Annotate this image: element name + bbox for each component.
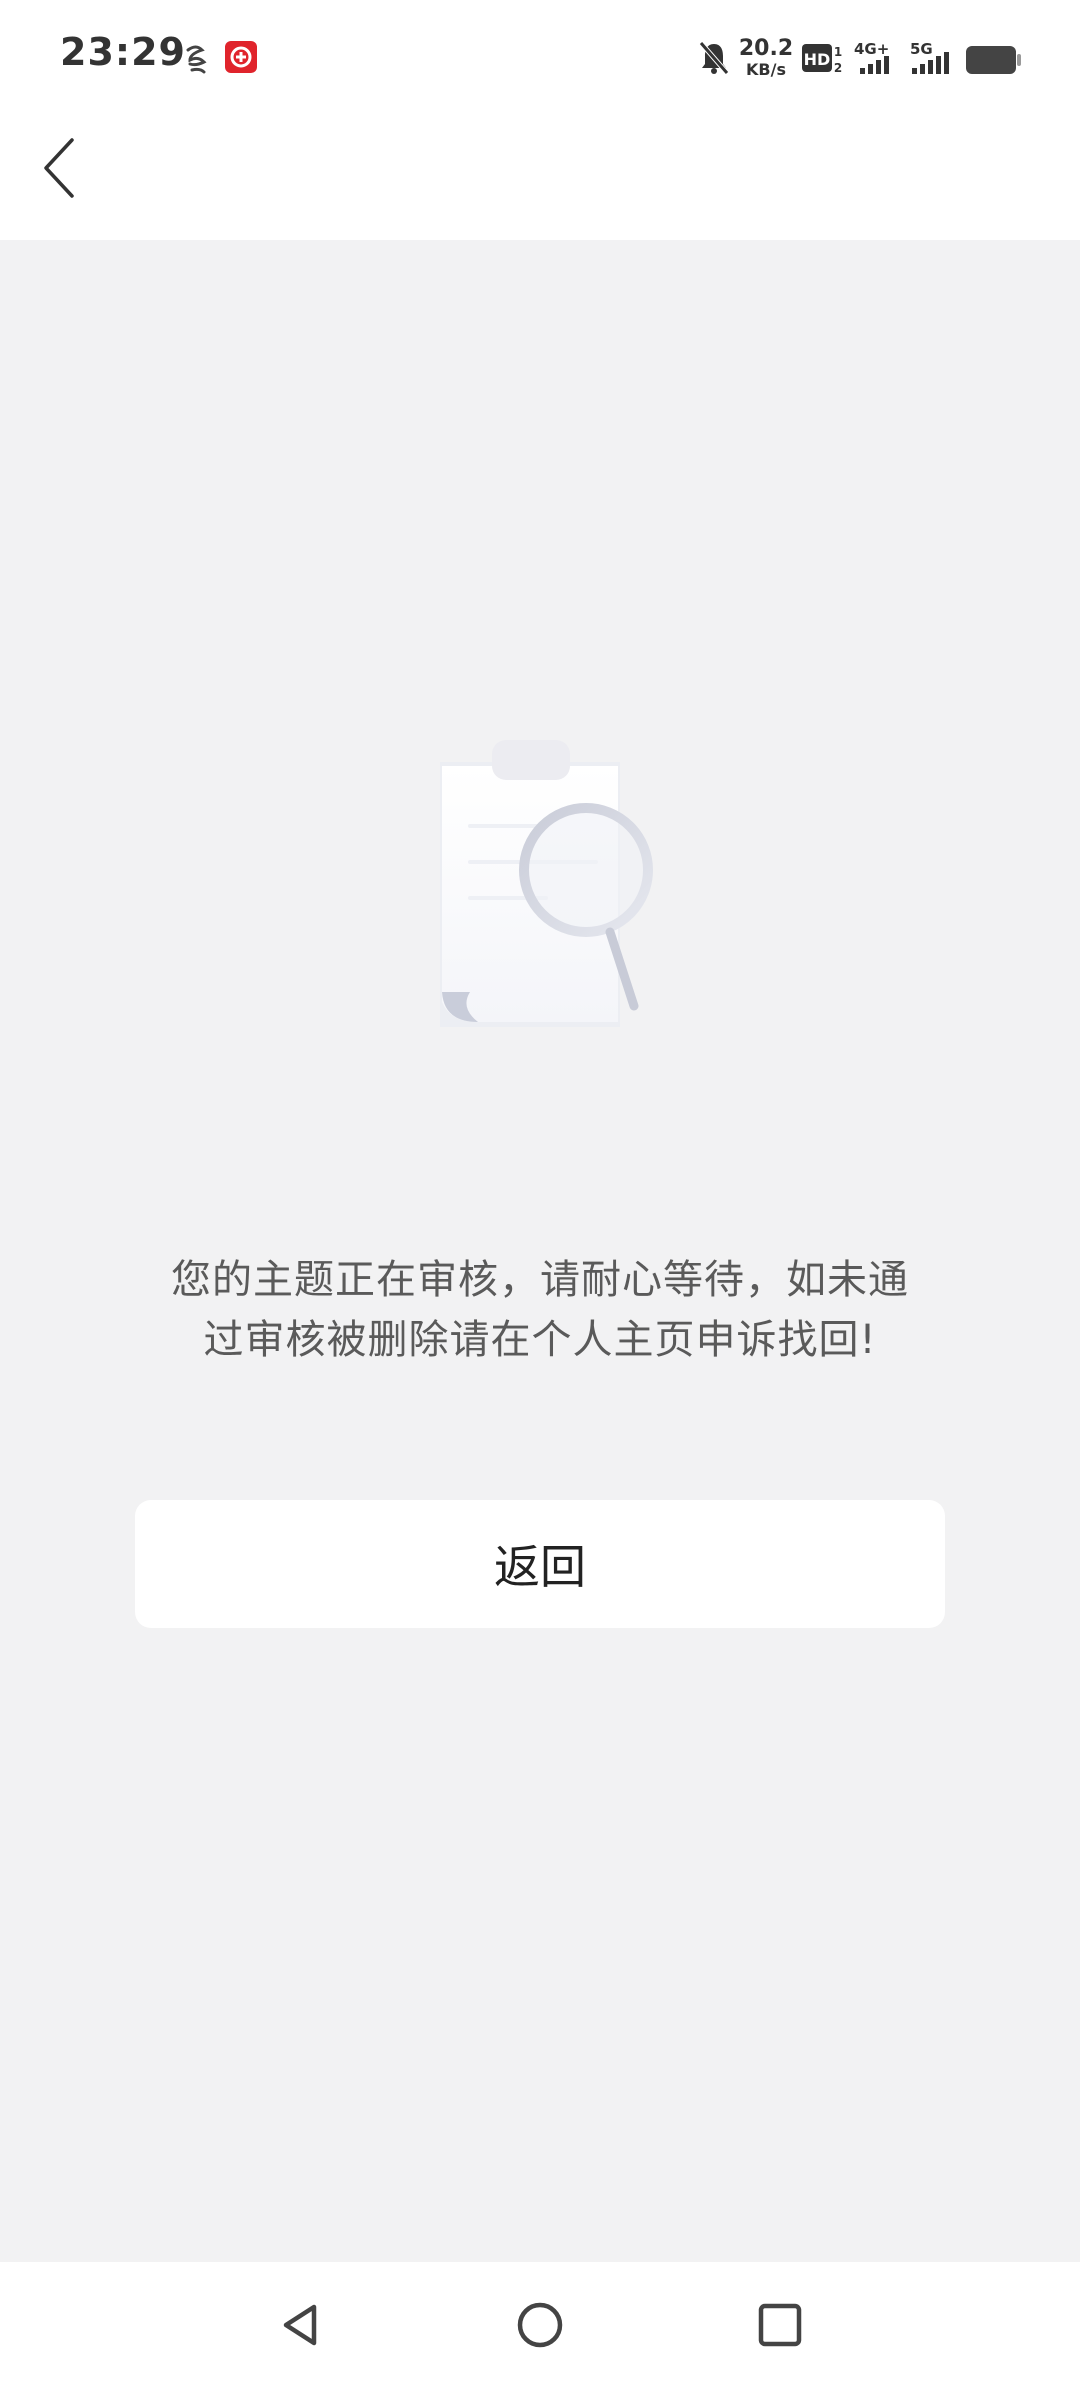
app-header bbox=[0, 118, 1080, 240]
nav-home-button[interactable] bbox=[502, 2287, 578, 2363]
mute-bell-icon bbox=[699, 41, 729, 75]
back-button[interactable] bbox=[20, 118, 100, 218]
svg-text:HD: HD bbox=[804, 50, 831, 69]
signal-4g-icon: 4G+ bbox=[854, 40, 889, 74]
nav-back-button[interactable] bbox=[262, 2287, 338, 2363]
system-nav-bar bbox=[0, 2262, 1080, 2388]
signal-5g-icon: 5G bbox=[910, 40, 949, 74]
triangle-back-icon bbox=[283, 2304, 317, 2346]
circle-home-icon bbox=[517, 2302, 563, 2348]
chevron-left-icon bbox=[44, 138, 74, 198]
main-content: 您的主题正在审核，请耐心等待，如未通过审核被删除请在个人主页申诉找回! 返回 bbox=[0, 240, 1080, 2262]
svg-text:2: 2 bbox=[834, 61, 842, 74]
document-search-icon bbox=[440, 740, 653, 1027]
svg-text:5G: 5G bbox=[910, 40, 933, 58]
svg-text:4G+: 4G+ bbox=[854, 40, 889, 58]
svg-text:1: 1 bbox=[834, 45, 842, 59]
status-time: 23:29 bbox=[60, 30, 186, 74]
review-message: 您的主题正在审核，请耐心等待，如未通过审核被删除请在个人主页申诉找回! bbox=[171, 1257, 909, 1363]
status-bar: 23:29 20.2 KB/s HD 1 2 4G+ 5G bbox=[0, 0, 1080, 118]
network-speed: 20.2 KB/s bbox=[738, 36, 794, 79]
battery-icon bbox=[966, 46, 1021, 74]
nav-recents-button[interactable] bbox=[742, 2287, 818, 2363]
red-app-icon bbox=[225, 41, 257, 73]
app-notification-icon bbox=[186, 45, 207, 74]
square-recents-icon bbox=[758, 2303, 802, 2347]
hd-icon: HD 1 2 bbox=[802, 44, 842, 74]
return-button[interactable]: 返回 bbox=[135, 1500, 945, 1628]
